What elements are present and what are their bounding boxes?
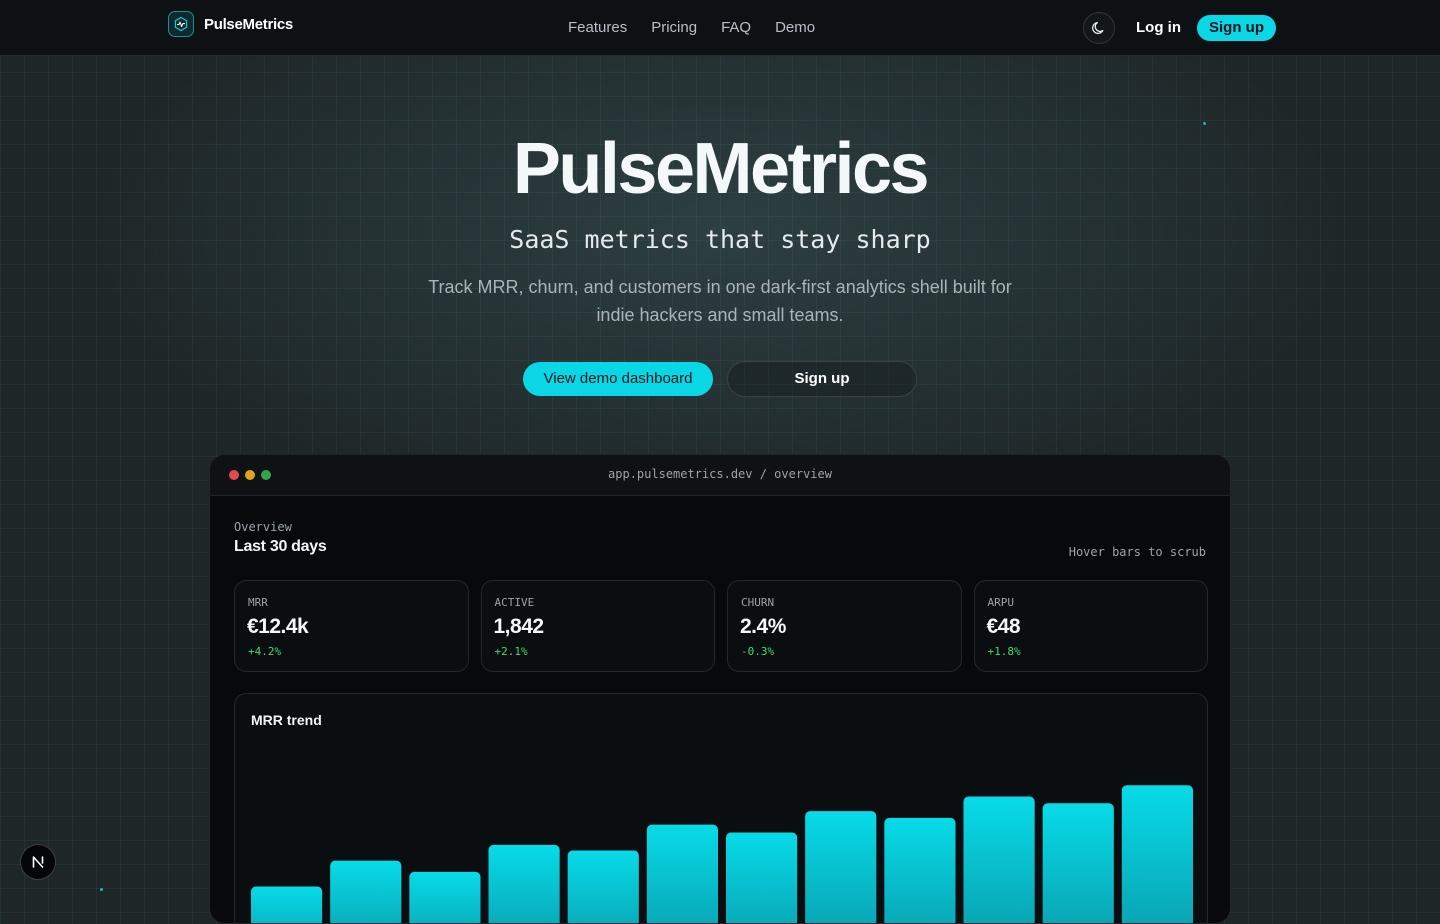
hero-description: Track MRR, churn, and customers in one d… [420, 273, 1020, 329]
kpi-card-arpu: ARPU €48 +1.8% [974, 580, 1209, 672]
kpi-label: MRR [248, 596, 268, 609]
view-demo-button[interactable]: View demo dashboard [523, 362, 713, 396]
mrr-bar[interactable] [489, 845, 560, 924]
brand-name: PulseMetrics [204, 16, 293, 33]
login-link[interactable]: Log in [1136, 19, 1181, 36]
kpi-label: ARPU [988, 596, 1015, 609]
moon-icon [1091, 20, 1107, 36]
mrr-bar[interactable] [647, 825, 718, 924]
decorative-spark [100, 888, 103, 891]
nav-link-demo[interactable]: Demo [775, 19, 815, 36]
app-preview-window: app.pulsemetrics.dev / overview Overview… [209, 454, 1231, 924]
mrr-bar[interactable] [568, 851, 639, 924]
mrr-bar[interactable] [884, 818, 955, 924]
nextjs-dev-badge[interactable] [20, 844, 56, 880]
hero-title: PulseMetrics [0, 128, 1440, 210]
nav-link-faq[interactable]: FAQ [721, 19, 751, 36]
overview-period: Last 30 days [234, 538, 326, 556]
hero-signup-button[interactable]: Sign up [727, 361, 917, 397]
mrr-trend-chart [235, 694, 1208, 924]
kpi-value: €48 [987, 615, 1021, 639]
mrr-bar[interactable] [409, 872, 480, 924]
mrr-bar[interactable] [726, 833, 797, 924]
kpi-card-mrr: MRR €12.4k +4.2% [234, 580, 469, 672]
kpi-value: €12.4k [247, 615, 308, 639]
kpi-delta: +4.2% [248, 645, 281, 658]
nav-link-features[interactable]: Features [568, 19, 627, 36]
nextjs-n-icon [31, 855, 45, 869]
mrr-bar[interactable] [1122, 785, 1193, 924]
mrr-bar[interactable] [805, 811, 876, 924]
window-titlebar: app.pulsemetrics.dev / overview [210, 455, 1230, 496]
hero-subtitle: SaaS metrics that stay sharp [0, 225, 1440, 254]
kpi-delta: +1.8% [988, 645, 1021, 658]
window-url: app.pulsemetrics.dev / overview [210, 467, 1230, 481]
top-nav: PulseMetrics Features Pricing FAQ Demo L… [0, 0, 1440, 56]
signup-nav-button[interactable]: Sign up [1197, 15, 1276, 41]
kpi-row: MRR €12.4k +4.2% ACTIVE 1,842 +2.1% CHUR… [234, 580, 1208, 672]
kpi-value: 1,842 [494, 615, 544, 639]
kpi-label: CHURN [741, 596, 774, 609]
mrr-bar[interactable] [1043, 803, 1114, 924]
kpi-value: 2.4% [740, 615, 786, 639]
mrr-bar[interactable] [330, 861, 401, 924]
kpi-card-active: ACTIVE 1,842 +2.1% [481, 580, 716, 672]
mrr-bar[interactable] [964, 797, 1035, 924]
kpi-label: ACTIVE [495, 596, 535, 609]
theme-toggle-button[interactable] [1083, 12, 1115, 44]
mrr-trend-card: MRR trend [234, 693, 1208, 924]
kpi-card-churn: CHURN 2.4% -0.3% [727, 580, 962, 672]
mrr-bar[interactable] [251, 887, 322, 924]
trend-title: MRR trend [251, 712, 322, 728]
nav-links: Features Pricing FAQ Demo [568, 19, 815, 36]
pulse-logo-icon [168, 11, 194, 37]
kpi-delta: -0.3% [741, 645, 774, 658]
nav-link-pricing[interactable]: Pricing [651, 19, 697, 36]
scrub-hint: Hover bars to scrub [1069, 545, 1206, 559]
overview-label: Overview [234, 520, 292, 534]
kpi-delta: +2.1% [495, 645, 528, 658]
decorative-spark [1203, 122, 1206, 125]
brand[interactable]: PulseMetrics [168, 11, 293, 37]
